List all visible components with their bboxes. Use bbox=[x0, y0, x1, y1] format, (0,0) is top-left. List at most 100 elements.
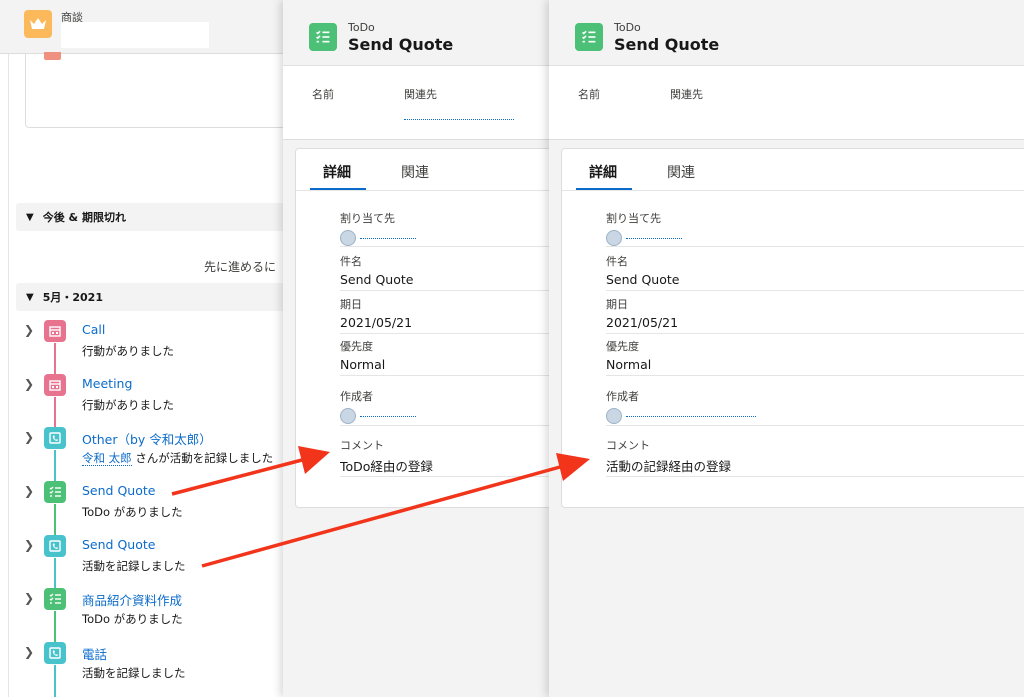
field-label: 作成者 bbox=[340, 390, 373, 403]
todo-record-panel-2: ToDo Send Quote 名前 関連先 詳細 関連 割り当て先 件名 Se… bbox=[549, 0, 1024, 697]
tab-related[interactable]: 関連 bbox=[667, 162, 695, 182]
field-label: 優先度 bbox=[606, 340, 639, 353]
field-label: 期日 bbox=[340, 298, 362, 311]
field-value: Send Quote bbox=[340, 272, 414, 287]
highlights-panel: 名前 関連先 bbox=[549, 66, 1024, 140]
name-label: 名前 bbox=[578, 88, 600, 101]
field-divider bbox=[340, 375, 551, 376]
field-divider bbox=[340, 246, 551, 247]
field-value: Normal bbox=[340, 357, 386, 372]
opportunity-activity-pane: 商談 ▼ 今後 & 期限切れ 先に進めるに ▼ 5月・2021 ❯ Call 行… bbox=[0, 0, 290, 697]
field-label: 期日 bbox=[606, 298, 628, 311]
phone-log-icon bbox=[44, 427, 66, 449]
timeline-item-title[interactable]: Other（by 令和太郎） bbox=[82, 429, 212, 448]
record-header: ToDo Send Quote bbox=[283, 0, 551, 66]
assigned-user-link[interactable] bbox=[360, 237, 416, 239]
field-due-date: 期日 2021/05/21 bbox=[340, 296, 551, 330]
field-value: Normal bbox=[606, 357, 652, 372]
composer-card[interactable] bbox=[25, 52, 290, 128]
timeline-item-title[interactable]: 電話 bbox=[82, 644, 107, 663]
chevron-right-icon[interactable]: ❯ bbox=[24, 430, 34, 444]
timeline-connector bbox=[54, 611, 56, 643]
field-label: 件名 bbox=[606, 255, 628, 268]
section-month-label: 5月・2021 bbox=[42, 291, 103, 304]
field-divider bbox=[340, 333, 551, 334]
record-header: ToDo Send Quote bbox=[549, 0, 1024, 66]
avatar bbox=[340, 229, 356, 246]
section-upcoming[interactable]: ▼ 今後 & 期限切れ bbox=[16, 203, 286, 231]
creator-user-link[interactable] bbox=[360, 415, 416, 417]
timeline-item: ❯ Send Quote ToDo がありました bbox=[0, 481, 290, 536]
timeline-item: ❯ Meeting 行動がありました bbox=[0, 374, 290, 429]
field-comment: コメント ToDo経由の登録 bbox=[340, 437, 551, 475]
field-divider bbox=[340, 425, 551, 426]
field-label: コメント bbox=[340, 439, 384, 452]
user-link[interactable]: 令和 太郎 bbox=[82, 451, 132, 466]
timeline-item-title[interactable]: Send Quote bbox=[82, 483, 155, 498]
task-icon bbox=[309, 23, 337, 51]
chevron-down-icon: ▼ bbox=[26, 291, 34, 303]
timeline-item-subtitle-text: さんが活動を記録しました bbox=[135, 451, 274, 465]
field-value: ToDo経由の登録 bbox=[340, 459, 433, 474]
field-divider bbox=[606, 246, 1024, 247]
field-value: Send Quote bbox=[606, 272, 680, 287]
tab-details[interactable]: 詳細 bbox=[323, 162, 351, 182]
timeline-connector bbox=[54, 558, 56, 590]
calendar-icon bbox=[44, 320, 66, 342]
field-assigned-to: 割り当て先 bbox=[606, 210, 1024, 246]
chevron-down-icon: ▼ bbox=[26, 211, 34, 223]
avatar bbox=[340, 407, 356, 424]
timeline-item: ❯ 商品紹介資料作成 ToDo がありました bbox=[0, 588, 290, 643]
field-due-date: 期日 2021/05/21 bbox=[606, 296, 1024, 330]
field-label: 作成者 bbox=[606, 390, 639, 403]
related-link[interactable] bbox=[404, 118, 514, 120]
tab-divider bbox=[296, 190, 551, 191]
timeline-connector bbox=[54, 343, 56, 375]
field-divider bbox=[340, 476, 551, 477]
task-icon bbox=[575, 23, 603, 51]
timeline-connector bbox=[54, 665, 56, 697]
chevron-right-icon[interactable]: ❯ bbox=[24, 323, 34, 337]
field-value: 2021/05/21 bbox=[340, 315, 413, 330]
field-assigned-to: 割り当て先 bbox=[340, 210, 551, 246]
tab-divider bbox=[562, 190, 1024, 191]
calendar-icon bbox=[44, 374, 66, 396]
timeline-item-title[interactable]: 商品紹介資料作成 bbox=[82, 590, 182, 609]
timeline-connector bbox=[54, 397, 56, 429]
timeline-connector bbox=[54, 450, 56, 482]
more-steps-message: 先に進めるに bbox=[204, 260, 277, 274]
field-divider bbox=[606, 333, 1024, 334]
timeline-item-subtitle: ToDo がありました bbox=[82, 612, 183, 626]
phone-log-icon bbox=[44, 535, 66, 557]
field-priority: 優先度 Normal bbox=[340, 338, 551, 372]
crown-icon bbox=[24, 10, 52, 38]
chevron-right-icon[interactable]: ❯ bbox=[24, 484, 34, 498]
timeline-item-title[interactable]: Send Quote bbox=[82, 537, 155, 552]
composer-chip bbox=[44, 52, 61, 60]
section-month[interactable]: ▼ 5月・2021 bbox=[16, 283, 286, 311]
timeline-item-title[interactable]: Call bbox=[82, 322, 105, 337]
record-type: ToDo bbox=[614, 21, 641, 34]
timeline-item-title[interactable]: Meeting bbox=[82, 376, 132, 391]
creator-user-link[interactable] bbox=[626, 415, 756, 417]
field-divider bbox=[606, 425, 1024, 426]
field-priority: 優先度 Normal bbox=[606, 338, 1024, 372]
chevron-right-icon[interactable]: ❯ bbox=[24, 645, 34, 659]
field-created-by: 作成者 bbox=[340, 388, 551, 424]
section-upcoming-label: 今後 & 期限切れ bbox=[42, 211, 126, 224]
timeline-item: ❯ Send Quote 活動を記録しました bbox=[0, 535, 290, 590]
task-icon bbox=[44, 588, 66, 610]
field-divider bbox=[340, 290, 551, 291]
assigned-user-link[interactable] bbox=[626, 237, 682, 239]
chevron-right-icon[interactable]: ❯ bbox=[24, 538, 34, 552]
tab-related[interactable]: 関連 bbox=[401, 162, 429, 182]
phone-log-icon bbox=[44, 642, 66, 664]
record-header: 商談 bbox=[0, 0, 290, 54]
field-subject: 件名 Send Quote bbox=[340, 253, 551, 287]
chevron-right-icon[interactable]: ❯ bbox=[24, 377, 34, 391]
name-label: 名前 bbox=[312, 88, 334, 101]
field-label: 割り当て先 bbox=[340, 212, 395, 225]
avatar bbox=[606, 407, 622, 424]
chevron-right-icon[interactable]: ❯ bbox=[24, 591, 34, 605]
tab-details[interactable]: 詳細 bbox=[589, 162, 617, 182]
